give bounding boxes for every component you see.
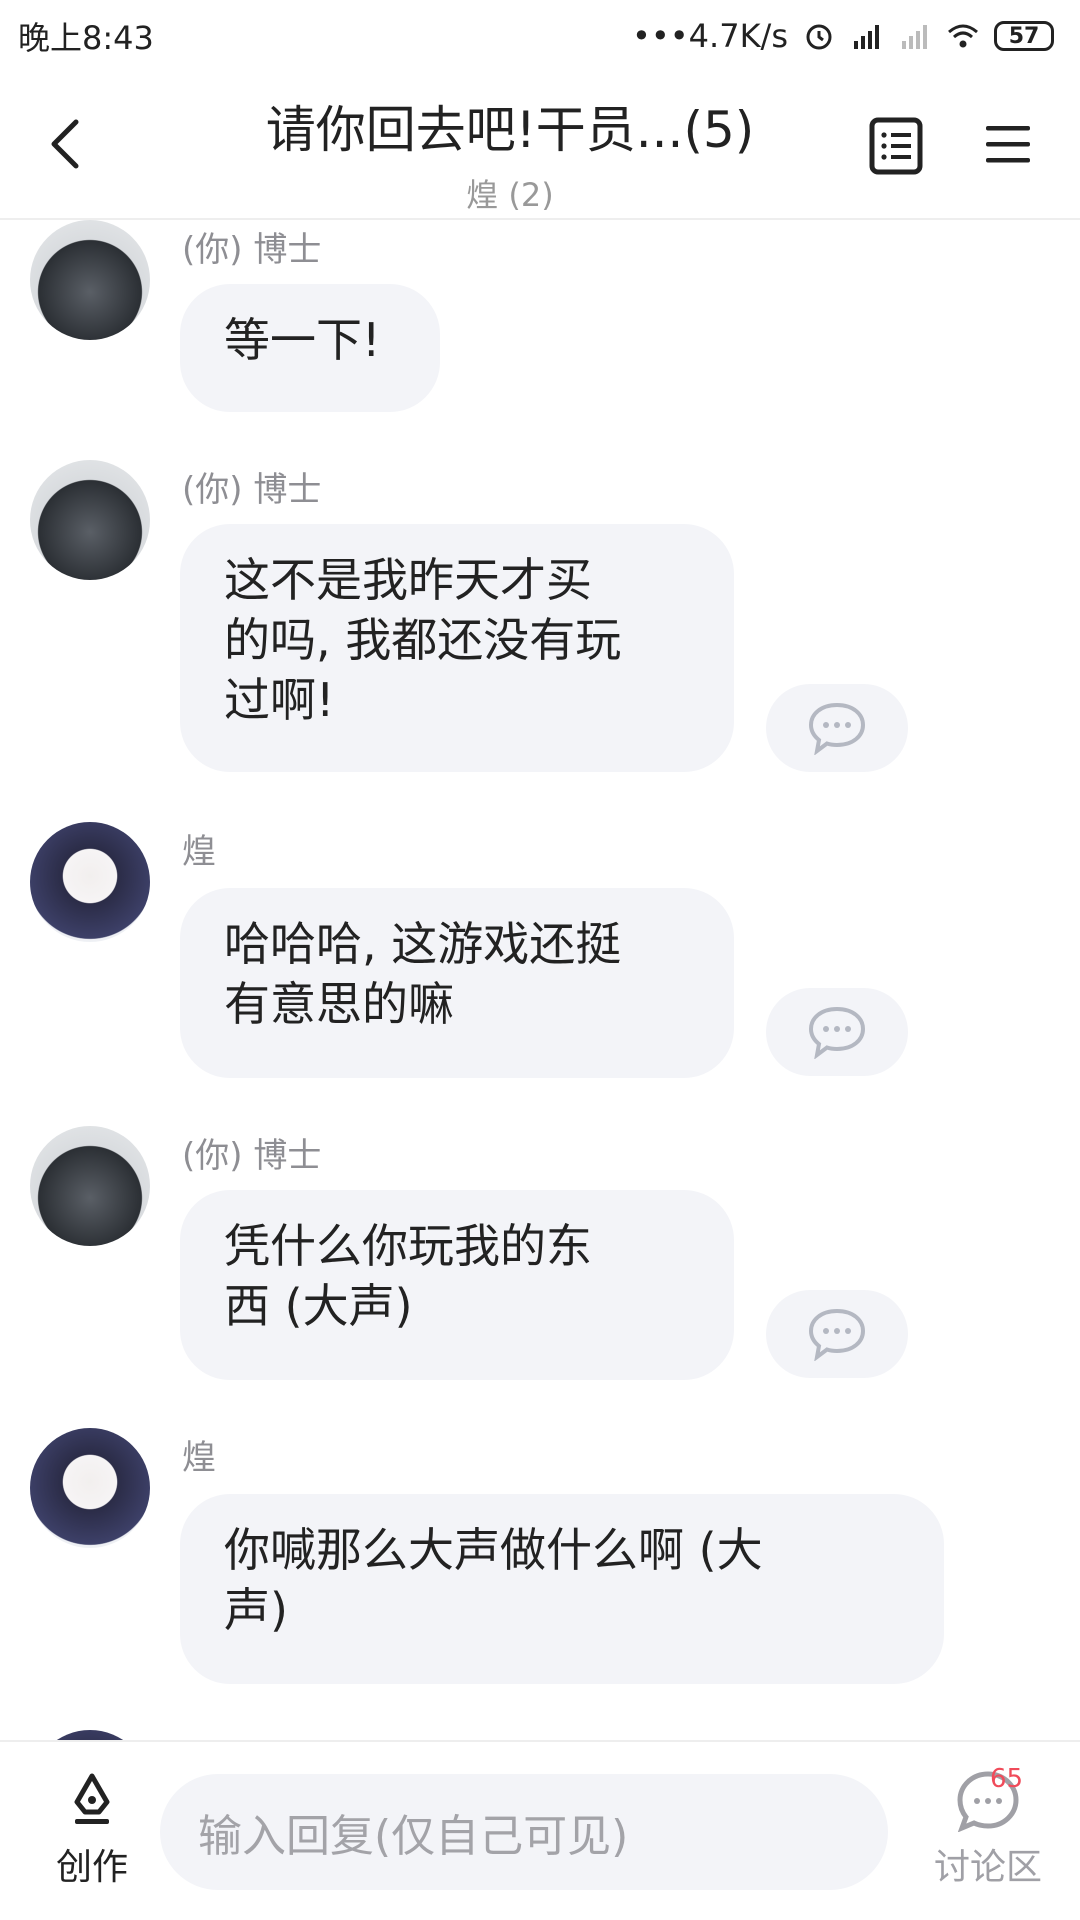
- status-time: 晚上8:43: [18, 19, 154, 57]
- bottom-bar: 创作 输入回复(仅自己可见) 65 讨论区: [0, 1740, 1080, 1920]
- comment-bubble-icon: [808, 702, 866, 755]
- create-button[interactable]: 创作: [40, 1772, 144, 1890]
- status-icons: •••4.7K/s 57: [632, 17, 1054, 55]
- list-document-icon: [869, 117, 923, 175]
- sender-name: (你) 博士: [182, 1136, 322, 1176]
- battery-indicator: 57: [994, 21, 1054, 51]
- create-label: 创作: [55, 1847, 128, 1888]
- avatar-huang[interactable]: [30, 1428, 150, 1548]
- catalog-button[interactable]: [868, 116, 924, 176]
- avatar-doctor[interactable]: [30, 220, 150, 340]
- pen-nib-icon: [74, 1773, 110, 1824]
- signal-off-icon: [898, 21, 932, 51]
- hamburger-menu-icon: [986, 126, 1030, 163]
- reply-input[interactable]: 输入回复(仅自己可见): [160, 1774, 888, 1890]
- chat-subtitle: 煌 (2): [466, 176, 554, 214]
- menu-button[interactable]: [984, 120, 1032, 168]
- chat-title: 请你回去吧!干员...(5): [265, 101, 755, 159]
- comment-button[interactable]: [766, 1290, 908, 1378]
- discussion-label: 讨论区: [933, 1847, 1042, 1888]
- network-speed: •••4.7K/s: [632, 17, 788, 55]
- message-bubble[interactable]: 哈哈哈, 这游戏还挺 有意思的嘛: [180, 888, 734, 1078]
- signal-hd-icon: [850, 21, 884, 51]
- discussion-button[interactable]: 65 讨论区: [918, 1764, 1058, 1890]
- message-bubble[interactable]: 你喊那么大声做什么啊 (大 声): [180, 1494, 944, 1684]
- status-bar: 晚上8:43 •••4.7K/s 57: [0, 0, 1080, 72]
- sender-name: 煌: [182, 1438, 216, 1478]
- back-arrow-icon: [51, 119, 79, 169]
- avatar-doctor[interactable]: [30, 1126, 150, 1246]
- comment-button[interactable]: [766, 988, 908, 1076]
- message-bubble[interactable]: 这不是我昨天才买 的吗, 我都还没有玩 过啊!: [180, 524, 734, 772]
- avatar-huang[interactable]: [30, 822, 150, 942]
- comment-bubble-icon: [808, 1006, 866, 1059]
- discussion-count-badge: 65: [990, 1764, 1024, 1794]
- avatar-doctor[interactable]: [30, 460, 150, 580]
- sender-name: 煌: [182, 832, 216, 872]
- avatar-huang[interactable]: [30, 1730, 150, 1740]
- back-button[interactable]: [44, 116, 88, 172]
- message-bubble[interactable]: 凭什么你玩我的东 西 (大声): [180, 1190, 734, 1380]
- wifi-icon: [946, 21, 980, 51]
- chat-list[interactable]: (你) 博士 等一下! (你) 博士 这不是我昨天才买 的吗, 我都还没有玩 过…: [0, 220, 1080, 1740]
- sender-name: (你) 博士: [182, 230, 322, 270]
- alarm-icon: [802, 21, 836, 51]
- comment-button[interactable]: [766, 684, 908, 772]
- sender-name: (你) 博士: [182, 470, 322, 510]
- chat-header: 请你回去吧!干员...(5) 煌 (2): [0, 72, 1080, 220]
- title-area: 请你回去吧!干员...(5) 煌 (2): [200, 90, 820, 216]
- message-bubble[interactable]: 等一下!: [180, 284, 440, 412]
- comment-bubble-icon: [808, 1308, 866, 1361]
